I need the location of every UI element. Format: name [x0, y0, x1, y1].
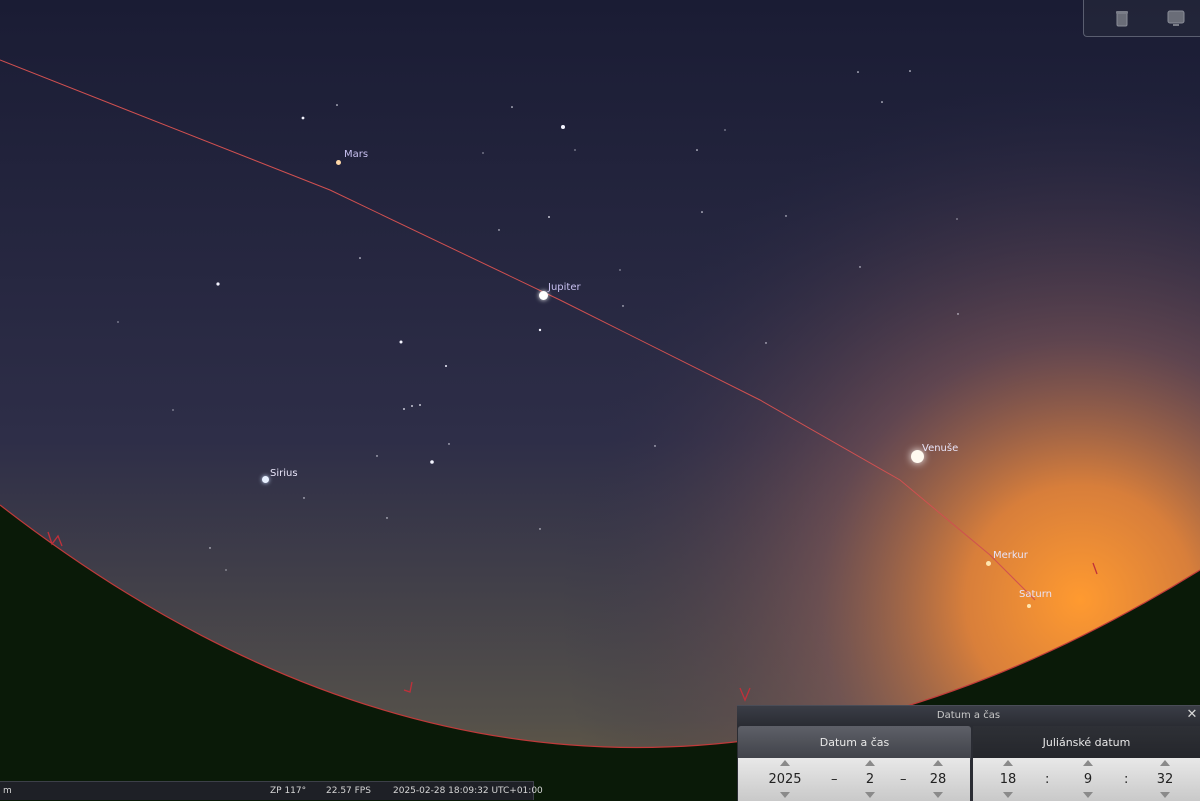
minute-spinner[interactable]: 9 [1068, 758, 1108, 801]
sky-view[interactable] [0, 0, 1200, 800]
star[interactable] [419, 404, 421, 406]
year-down-icon[interactable] [780, 792, 790, 798]
hour-spinner[interactable]: 18 [988, 758, 1028, 801]
trash-icon[interactable] [1112, 8, 1132, 28]
hour-down-icon[interactable] [1003, 792, 1013, 798]
star-label-sirius[interactable]: Sirius [270, 468, 298, 479]
star[interactable] [957, 313, 959, 315]
star[interactable] [445, 365, 447, 367]
star[interactable] [216, 282, 220, 286]
second-down-icon[interactable] [1160, 792, 1170, 798]
date-fields: 2025 – 2 – 28 [738, 758, 970, 801]
star[interactable] [399, 340, 403, 344]
star[interactable] [724, 129, 726, 131]
status-fov: ZP 117° [270, 786, 307, 796]
star[interactable] [561, 125, 565, 129]
time-separator: : [1045, 772, 1050, 787]
planet-mercury-dot[interactable] [986, 561, 991, 566]
month-spinner[interactable]: 2 [850, 758, 890, 801]
time-separator: : [1124, 772, 1129, 787]
star[interactable] [956, 218, 958, 220]
star[interactable] [482, 152, 484, 154]
planet-saturn-dot[interactable] [1027, 604, 1031, 608]
star[interactable] [376, 455, 378, 457]
star[interactable] [498, 229, 500, 231]
year-value[interactable]: 2025 [760, 772, 810, 788]
minute-up-icon[interactable] [1083, 760, 1093, 766]
star[interactable] [859, 266, 861, 268]
day-down-icon[interactable] [933, 792, 943, 798]
star[interactable] [785, 215, 787, 217]
star[interactable] [909, 70, 911, 72]
day-spinner[interactable]: 28 [918, 758, 958, 801]
minute-value[interactable]: 9 [1068, 772, 1108, 788]
dialog-title[interactable]: Datum a čas [737, 706, 1200, 726]
second-spinner[interactable]: 32 [1145, 758, 1185, 801]
star[interactable] [654, 445, 656, 447]
month-down-icon[interactable] [865, 792, 875, 798]
star[interactable] [225, 569, 227, 571]
hour-value[interactable]: 18 [988, 772, 1028, 788]
status-bar: m ZP 117° 22.57 FPS 2025-02-28 18:09:32 … [0, 781, 543, 800]
date-separator: – [831, 772, 838, 787]
tab-date-time[interactable]: Datum a čas [738, 726, 971, 760]
star[interactable] [622, 305, 624, 307]
year-up-icon[interactable] [780, 760, 790, 766]
planet-label-venus[interactable]: Venuše [922, 443, 958, 454]
star[interactable] [403, 408, 405, 410]
month-value[interactable]: 2 [850, 772, 890, 788]
tab-julian-date[interactable]: Juliánské datum [973, 726, 1200, 760]
star[interactable] [117, 321, 119, 323]
year-spinner[interactable]: 2025 [760, 758, 810, 801]
star[interactable] [209, 547, 211, 549]
status-fps: 22.57 FPS [326, 786, 371, 796]
planet-mars-dot[interactable] [336, 160, 341, 165]
status-location: m [3, 786, 12, 796]
star[interactable] [539, 528, 541, 530]
star[interactable] [619, 269, 621, 271]
second-value[interactable]: 32 [1145, 772, 1185, 788]
close-icon[interactable]: ✕ [1186, 708, 1198, 722]
star-sirius-dot[interactable] [262, 476, 269, 483]
month-up-icon[interactable] [865, 760, 875, 766]
star[interactable] [301, 116, 305, 120]
hour-up-icon[interactable] [1003, 760, 1013, 766]
star[interactable] [359, 257, 361, 259]
star[interactable] [430, 460, 434, 464]
date-separator: – [900, 772, 907, 787]
star[interactable] [765, 342, 767, 344]
monitor-icon[interactable] [1166, 8, 1186, 28]
star[interactable] [511, 106, 513, 108]
star[interactable] [303, 497, 305, 499]
star[interactable] [538, 328, 542, 332]
star[interactable] [386, 517, 388, 519]
planet-label-jupiter[interactable]: Jupiter [548, 282, 581, 293]
planet-label-mercury[interactable]: Merkur [993, 550, 1028, 561]
second-up-icon[interactable] [1160, 760, 1170, 766]
star[interactable] [548, 216, 550, 218]
star[interactable] [448, 443, 450, 445]
status-datetime: 2025-02-28 18:09:32 UTC+01:00 [393, 786, 543, 796]
star[interactable] [881, 101, 883, 103]
minute-down-icon[interactable] [1083, 792, 1093, 798]
top-right-panel [1083, 0, 1200, 37]
star[interactable] [701, 211, 703, 213]
day-value[interactable]: 28 [918, 772, 958, 788]
star[interactable] [336, 104, 338, 106]
planet-label-saturn[interactable]: Saturn [1019, 589, 1052, 600]
star[interactable] [411, 405, 413, 407]
star[interactable] [172, 409, 174, 411]
time-fields: 18 : 9 : 32 [973, 758, 1200, 801]
planet-label-mars[interactable]: Mars [344, 149, 368, 160]
planet-jupiter-dot[interactable] [539, 291, 548, 300]
star[interactable] [574, 149, 576, 151]
star[interactable] [857, 71, 859, 73]
star[interactable] [696, 149, 698, 151]
day-up-icon[interactable] [933, 760, 943, 766]
datetime-dialog: Datum a čas ✕ Datum a čas Juliánské datu… [737, 705, 1200, 801]
